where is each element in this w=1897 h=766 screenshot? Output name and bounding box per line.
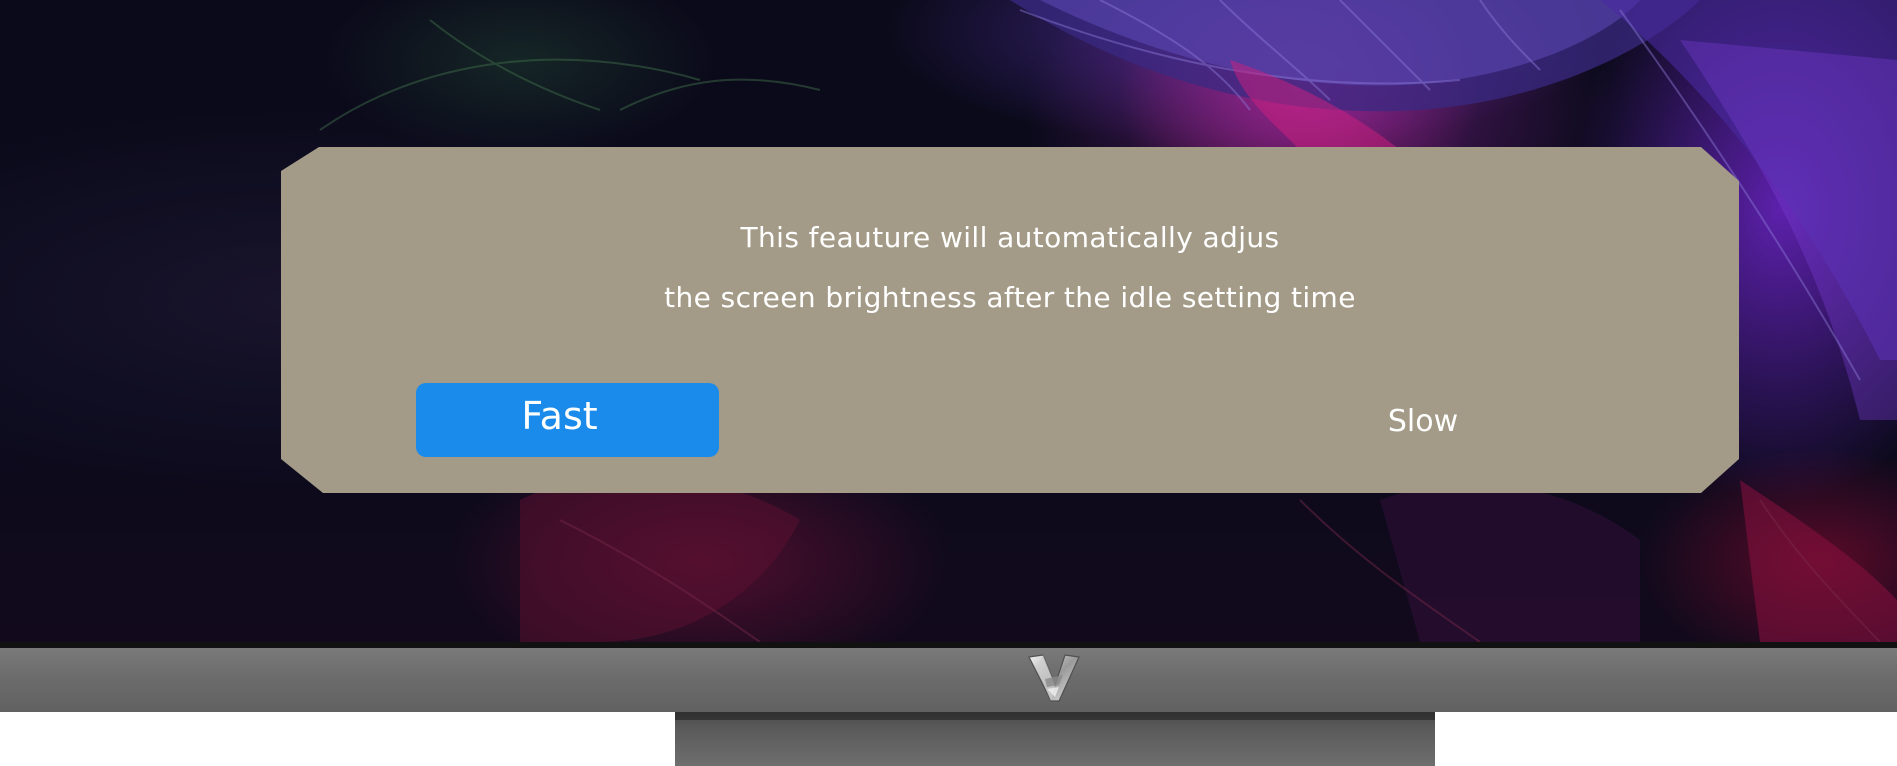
- monitor-chin: [0, 648, 1897, 712]
- monitor-display: This feauture will automatically adjus t…: [0, 0, 1897, 766]
- dialog-message-line1: This feauture will automatically adjus: [740, 221, 1280, 254]
- fast-option-label: Fast: [521, 394, 598, 438]
- monitor-stand: [675, 712, 1435, 766]
- screen-wallpaper: This feauture will automatically adjus t…: [0, 0, 1897, 642]
- dialog-message-line2: the screen brightness after the idle set…: [664, 281, 1356, 314]
- brightness-dialog: This feauture will automatically adjus t…: [281, 147, 1739, 493]
- monitor-stand-shadow: [675, 712, 1435, 720]
- fast-option-button[interactable]: Fast: [416, 383, 719, 457]
- slow-option-button[interactable]: Slow: [1351, 397, 1495, 447]
- brand-logo-icon: [1028, 654, 1080, 702]
